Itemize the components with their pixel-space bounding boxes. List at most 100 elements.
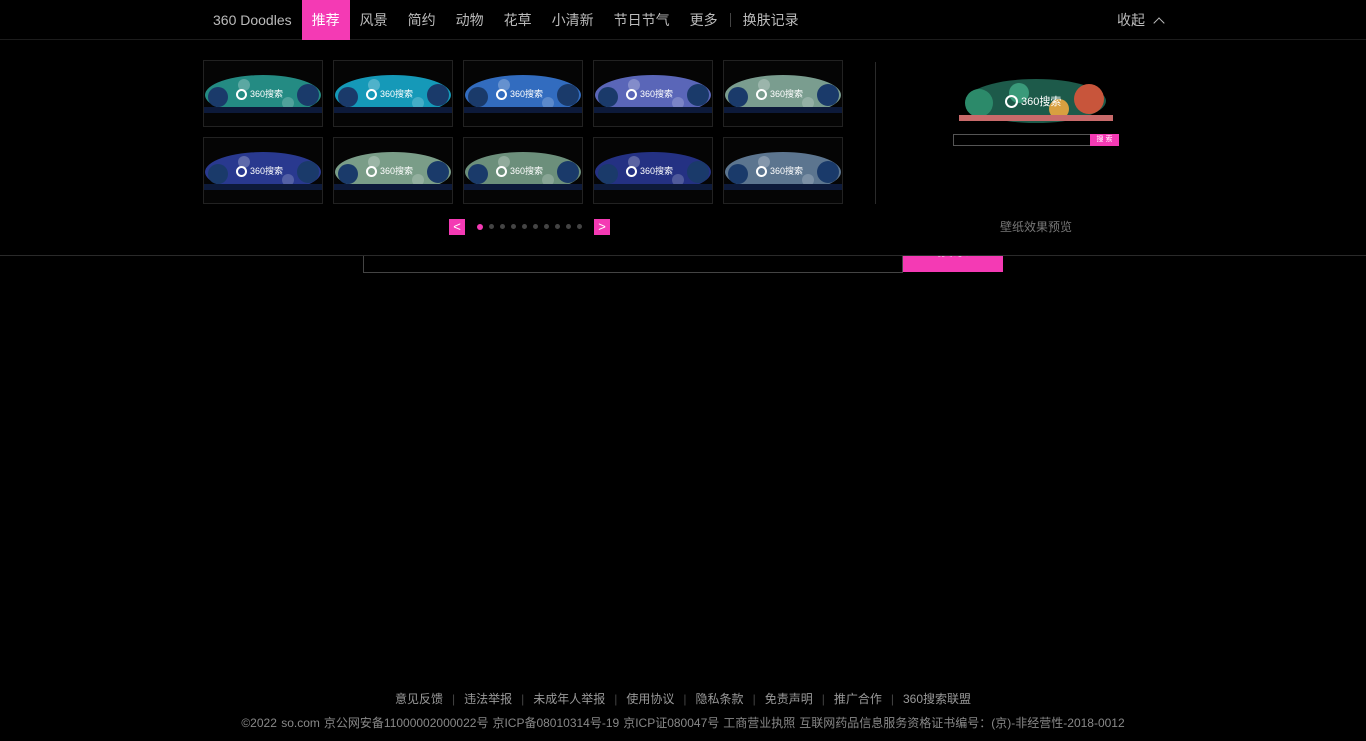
- thumbnail-logo: 360搜索: [756, 87, 803, 101]
- copyright-text: ©2022 so.com: [241, 716, 320, 730]
- preview-logo-text: 360搜索: [1021, 96, 1062, 108]
- search-logo-icon: [756, 165, 767, 177]
- panel-divider: [875, 62, 876, 204]
- tab-animals[interactable]: 动物: [446, 0, 494, 40]
- tab-simple[interactable]: 简约: [398, 0, 446, 40]
- thumbnail-logo-text: 360搜索: [640, 89, 674, 99]
- tab-flowers[interactable]: 花草: [494, 0, 542, 40]
- footer-divider: |: [614, 692, 618, 706]
- skin-thumbnail[interactable]: 360搜索: [723, 60, 843, 127]
- footer-link[interactable]: 使用协议: [626, 692, 674, 706]
- thumbnail-logo: 360搜索: [496, 164, 543, 178]
- footer-divider: |: [452, 692, 456, 706]
- thumbnail-logo: 360搜索: [236, 87, 283, 101]
- search-logo-icon: [366, 88, 377, 100]
- search-logo-icon: [366, 165, 377, 177]
- skin-thumbnail[interactable]: 360搜索: [463, 60, 583, 127]
- thumbnail-logo-text: 360搜索: [250, 89, 284, 99]
- skin-thumbnail[interactable]: 360搜索: [593, 137, 713, 204]
- skin-thumbnail[interactable]: 360搜索: [723, 137, 843, 204]
- tab-scenery[interactable]: 风景: [350, 0, 398, 40]
- search-logo-icon: [496, 165, 507, 177]
- thumbnail-logo-text: 360搜索: [510, 166, 544, 176]
- tab-recommended[interactable]: 推荐: [301, 0, 350, 40]
- footer-divider: |: [890, 692, 894, 706]
- page-dot[interactable]: [477, 223, 483, 230]
- chevron-up-icon: [1153, 16, 1165, 29]
- top-nav-bar: 360 Doodles 推荐 风景 简约 动物 花草 小清新 节日节气 更多 换…: [0, 0, 1366, 40]
- nav-brand-doodles[interactable]: 360 Doodles: [203, 0, 302, 40]
- page-dot[interactable]: [566, 224, 571, 229]
- search-logo-icon: [1005, 94, 1018, 108]
- legal-link[interactable]: 京公网安备11000002000022号: [324, 716, 489, 730]
- thumbnail-logo-text: 360搜索: [510, 89, 544, 99]
- page-dot[interactable]: [522, 224, 527, 229]
- footer-divider: |: [521, 692, 525, 706]
- thumbnail-logo: 360搜索: [496, 87, 543, 101]
- thumbnail-logo-text: 360搜索: [640, 166, 674, 176]
- skin-panel: 360搜索 360搜索 360搜索 360搜索 360搜索 360搜索 360搜索 360搜索…: [0, 40, 1366, 256]
- collapse-label: 收起: [1117, 12, 1145, 28]
- search-logo-icon: [496, 88, 507, 100]
- thumbnail-logo: 360搜索: [366, 87, 413, 101]
- pagination: < >: [449, 218, 610, 235]
- category-nav: 360 Doodles 推荐 风景 简约 动物 花草 小清新 节日节气 更多 换…: [203, 0, 809, 40]
- footer-links: 意见反馈 | 违法举报 | 未成年人举报 | 使用协议 | 隐私条款 | 免责声明 | 推广合作 | 360…: [0, 690, 1366, 707]
- legal-link[interactable]: 互联网药品信息服务资格证书编号：(京)-非经营性-2018-0012: [799, 716, 1124, 730]
- thumbnail-logo-text: 360搜索: [380, 166, 414, 176]
- search-logo-icon: [236, 88, 247, 100]
- footer-divider: |: [683, 692, 687, 706]
- prev-page-button[interactable]: <: [449, 218, 465, 235]
- page-dot[interactable]: [533, 224, 538, 229]
- skin-thumbnail[interactable]: 360搜索: [463, 137, 583, 204]
- thumbnail-logo: 360搜索: [626, 87, 673, 101]
- footer-link[interactable]: 违法举报: [464, 692, 512, 706]
- preview-search-button: 搜 索: [1090, 134, 1119, 146]
- skin-thumbnail[interactable]: 360搜索: [333, 60, 453, 127]
- nav-divider: [729, 13, 731, 27]
- thumbnail-logo-text: 360搜索: [250, 166, 284, 176]
- skin-thumbnail[interactable]: 360搜索: [203, 137, 323, 204]
- search-logo-icon: [756, 88, 767, 100]
- collapse-button[interactable]: 收起: [1117, 0, 1165, 40]
- skin-history-link[interactable]: 换肤记录: [733, 0, 809, 40]
- page-dots: [474, 223, 585, 230]
- page-dot[interactable]: [500, 224, 505, 229]
- page-dot[interactable]: [577, 224, 582, 229]
- tab-festivals[interactable]: 节日节气: [604, 0, 680, 40]
- skin-thumbnail[interactable]: 360搜索: [203, 60, 323, 127]
- skin-thumbnail[interactable]: 360搜索: [593, 60, 713, 127]
- thumbnail-logo: 360搜索: [756, 164, 803, 178]
- thumbnail-logo: 360搜索: [366, 164, 413, 178]
- footer-link[interactable]: 未成年人举报: [533, 692, 605, 706]
- next-page-button[interactable]: >: [594, 218, 610, 235]
- legal-link[interactable]: 京ICP证080047号: [623, 716, 719, 730]
- legal-link[interactable]: 工商营业执照: [723, 716, 795, 730]
- thumbnail-logo-text: 360搜索: [770, 166, 804, 176]
- thumbnail-logo-text: 360搜索: [380, 89, 414, 99]
- tab-fresh[interactable]: 小清新: [542, 0, 604, 40]
- preview-search-input: [953, 134, 1091, 146]
- footer-link[interactable]: 隐私条款: [696, 692, 744, 706]
- page-dot[interactable]: [489, 224, 494, 229]
- footer-legal: ©2022 so.com 京公网安备11000002000022号 京ICP备080…: [0, 714, 1366, 731]
- footer-link[interactable]: 推广合作: [834, 692, 882, 706]
- page-dot[interactable]: [544, 224, 549, 229]
- footer-link[interactable]: 360搜索联盟: [903, 692, 971, 706]
- tab-more[interactable]: 更多: [680, 0, 728, 40]
- page-dot[interactable]: [511, 224, 516, 229]
- footer-link[interactable]: 免责声明: [765, 692, 813, 706]
- footer-divider: |: [821, 692, 825, 706]
- thumbnail-logo: 360搜索: [626, 164, 673, 178]
- footer-divider: |: [752, 692, 756, 706]
- thumbnail-logo: 360搜索: [236, 164, 283, 178]
- skin-thumbnail[interactable]: 360搜索: [333, 137, 453, 204]
- preview-logo: 360搜索: [1005, 93, 1061, 109]
- preview-label: 壁纸效果预览: [1000, 220, 1073, 234]
- search-logo-icon: [236, 165, 247, 177]
- search-logo-icon: [626, 165, 637, 177]
- page-dot[interactable]: [555, 224, 560, 229]
- legal-link[interactable]: 京ICP备08010314号-19: [492, 716, 619, 730]
- search-logo-icon: [626, 88, 637, 100]
- footer-link[interactable]: 意见反馈: [395, 692, 443, 706]
